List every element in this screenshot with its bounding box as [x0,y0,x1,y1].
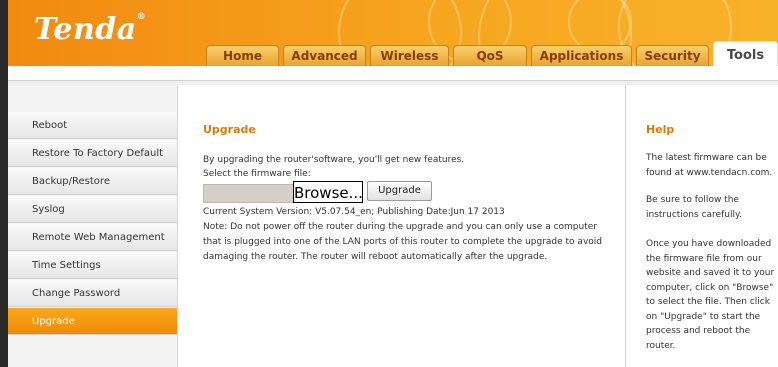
sidebar-item-upgrade[interactable]: Upgrade [8,308,177,335]
sidebar-item-reboot[interactable]: Reboot [8,112,177,139]
browse-button[interactable]: Browse... [293,181,363,203]
note-line: damaging the router. The router will reb… [203,252,548,262]
tab-home[interactable]: Home [206,45,279,66]
header-band [8,66,778,81]
sidebar-item-backup-restore[interactable]: Backup/Restore [8,168,177,195]
upgrade-button[interactable]: Upgrade [367,181,432,201]
sidebar: Reboot Restore To Factory Default Backup… [8,85,178,367]
window-frame-left [0,0,8,367]
sidebar-item-time-settings[interactable]: Time Settings [8,252,177,279]
note-line: Note: Do not power off the router during… [203,222,597,232]
tab-wireless[interactable]: Wireless [370,45,449,66]
select-file-label: Select the firmware file: [203,169,311,179]
page-title: Upgrade [203,123,256,136]
intro-text: By upgrading the router'software, you'll… [203,155,465,165]
tab-applications[interactable]: Applications [531,45,632,66]
tab-advanced[interactable]: Advanced [283,45,366,66]
sidebar-item-restore-factory[interactable]: Restore To Factory Default [8,140,177,167]
tab-tools[interactable]: Tools [713,41,778,66]
help-title: Help [646,123,675,136]
tenda-logo: Tenda® [34,12,147,47]
tab-security[interactable]: Security [636,45,709,66]
header-banner: Tenda® Home Advanced Wireless QoS Applic… [8,0,778,66]
main-content: Upgrade By upgrading the router'software… [178,85,625,367]
note-line: that is plugged into one of the LAN port… [203,237,602,247]
version-text: Current System Version: V5.07.54_en; Pub… [203,207,505,217]
sidebar-item-change-password[interactable]: Change Password [8,280,177,307]
help-paragraph: The latest firmware can be found at www.… [646,153,773,178]
help-paragraph: Once you have downloaded the firmware fi… [646,239,775,351]
firmware-file-input[interactable] [203,184,297,203]
sidebar-item-remote-web-management[interactable]: Remote Web Management [8,224,177,251]
help-paragraph: Be sure to follow the instructions caref… [646,195,742,220]
tab-qos[interactable]: QoS [453,45,527,66]
sidebar-item-syslog[interactable]: Syslog [8,196,177,223]
help-panel: Help The latest firmware can be found at… [626,85,778,367]
